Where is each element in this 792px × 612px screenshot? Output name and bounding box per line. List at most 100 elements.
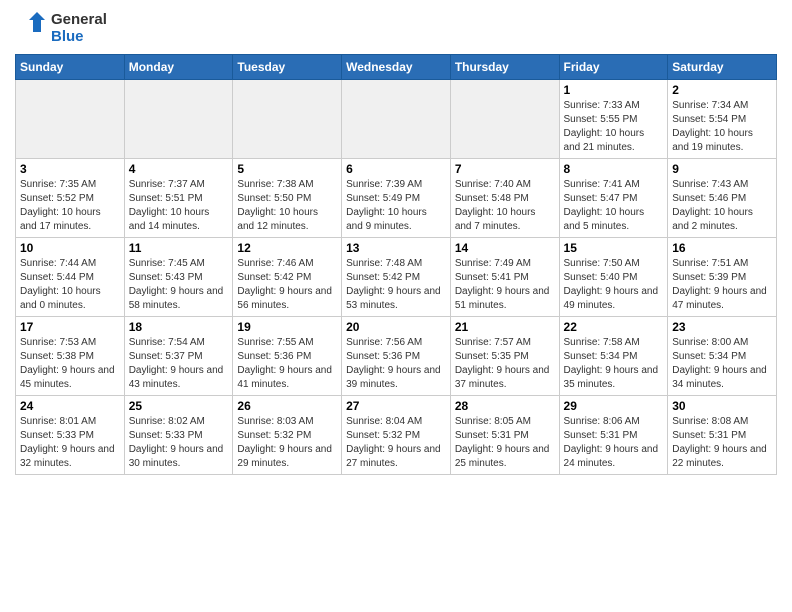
day-cell: 24 Sunrise: 8:01 AM Sunset: 5:33 PM Dayli… xyxy=(16,396,125,475)
day-number: 5 xyxy=(237,162,337,176)
day-number: 13 xyxy=(346,241,446,255)
day-cell: 13 Sunrise: 7:48 AM Sunset: 5:42 PM Dayli… xyxy=(342,238,451,317)
day-number: 25 xyxy=(129,399,229,413)
day-number: 7 xyxy=(455,162,555,176)
day-info: Sunrise: 8:08 AM Sunset: 5:31 PM Dayligh… xyxy=(672,415,772,471)
day-cell: 30 Sunrise: 8:08 AM Sunset: 5:31 PM Dayli… xyxy=(668,396,777,475)
day-info: Sunrise: 7:48 AM Sunset: 5:42 PM Dayligh… xyxy=(346,257,446,313)
day-number: 29 xyxy=(564,399,664,413)
day-number: 16 xyxy=(672,241,772,255)
logo-blue: Blue xyxy=(51,28,107,45)
day-info: Sunrise: 8:01 AM Sunset: 5:33 PM Dayligh… xyxy=(20,415,120,471)
header: General Blue xyxy=(15,10,777,46)
day-number: 3 xyxy=(20,162,120,176)
day-info: Sunrise: 7:57 AM Sunset: 5:35 PM Dayligh… xyxy=(455,336,555,392)
weekday-header: Thursday xyxy=(450,55,559,80)
day-info: Sunrise: 7:55 AM Sunset: 5:36 PM Dayligh… xyxy=(237,336,337,392)
day-number: 6 xyxy=(346,162,446,176)
logo-svg xyxy=(15,10,47,46)
day-info: Sunrise: 7:54 AM Sunset: 5:37 PM Dayligh… xyxy=(129,336,229,392)
day-info: Sunrise: 7:58 AM Sunset: 5:34 PM Dayligh… xyxy=(564,336,664,392)
day-cell: 23 Sunrise: 8:00 AM Sunset: 5:34 PM Dayli… xyxy=(668,317,777,396)
day-cell: 7Sunrise: 7:40 AM Sunset: 5:48 PM Daylig… xyxy=(450,159,559,238)
day-number: 8 xyxy=(564,162,664,176)
empty-cell xyxy=(342,80,451,159)
day-info: Sunrise: 8:04 AM Sunset: 5:32 PM Dayligh… xyxy=(346,415,446,471)
day-cell: 21 Sunrise: 7:57 AM Sunset: 5:35 PM Dayli… xyxy=(450,317,559,396)
day-info: Sunrise: 7:43 AM Sunset: 5:46 PM Dayligh… xyxy=(672,178,772,234)
empty-cell xyxy=(16,80,125,159)
calendar-week-row: 17 Sunrise: 7:53 AM Sunset: 5:38 PM Dayli… xyxy=(16,317,777,396)
day-number: 10 xyxy=(20,241,120,255)
empty-cell xyxy=(124,80,233,159)
weekday-header: Friday xyxy=(559,55,668,80)
day-number: 14 xyxy=(455,241,555,255)
weekday-header: Wednesday xyxy=(342,55,451,80)
day-cell: 29Sunrise: 8:06 AM Sunset: 5:31 PM Dayli… xyxy=(559,396,668,475)
weekday-header: Monday xyxy=(124,55,233,80)
day-info: Sunrise: 7:53 AM Sunset: 5:38 PM Dayligh… xyxy=(20,336,120,392)
day-cell: 2 Sunrise: 7:34 AM Sunset: 5:54 PM Daylig… xyxy=(668,80,777,159)
day-info: Sunrise: 7:39 AM Sunset: 5:49 PM Dayligh… xyxy=(346,178,446,234)
day-cell: 28 Sunrise: 8:05 AM Sunset: 5:31 PM Dayli… xyxy=(450,396,559,475)
day-cell: 25 Sunrise: 8:02 AM Sunset: 5:33 PM Dayli… xyxy=(124,396,233,475)
day-number: 22 xyxy=(564,320,664,334)
day-cell: 9 Sunrise: 7:43 AM Sunset: 5:46 PM Daylig… xyxy=(668,159,777,238)
day-info: Sunrise: 8:02 AM Sunset: 5:33 PM Dayligh… xyxy=(129,415,229,471)
day-info: Sunrise: 7:34 AM Sunset: 5:54 PM Dayligh… xyxy=(672,99,772,155)
day-info: Sunrise: 7:50 AM Sunset: 5:40 PM Dayligh… xyxy=(564,257,664,313)
logo: General Blue xyxy=(15,10,107,46)
day-info: Sunrise: 7:44 AM Sunset: 5:44 PM Dayligh… xyxy=(20,257,120,313)
day-number: 4 xyxy=(129,162,229,176)
day-info: Sunrise: 8:00 AM Sunset: 5:34 PM Dayligh… xyxy=(672,336,772,392)
day-cell: 6 Sunrise: 7:39 AM Sunset: 5:49 PM Daylig… xyxy=(342,159,451,238)
day-number: 11 xyxy=(129,241,229,255)
weekday-header: Saturday xyxy=(668,55,777,80)
day-number: 23 xyxy=(672,320,772,334)
day-cell: 20 Sunrise: 7:56 AM Sunset: 5:36 PM Dayli… xyxy=(342,317,451,396)
day-number: 15 xyxy=(564,241,664,255)
calendar-week-row: 1Sunrise: 7:33 AM Sunset: 5:55 PM Daylig… xyxy=(16,80,777,159)
day-cell: 16 Sunrise: 7:51 AM Sunset: 5:39 PM Dayli… xyxy=(668,238,777,317)
empty-cell xyxy=(450,80,559,159)
logo-general: General xyxy=(51,11,107,28)
day-number: 21 xyxy=(455,320,555,334)
weekday-header: Tuesday xyxy=(233,55,342,80)
day-cell: 4 Sunrise: 7:37 AM Sunset: 5:51 PM Daylig… xyxy=(124,159,233,238)
calendar-week-row: 10 Sunrise: 7:44 AM Sunset: 5:44 PM Dayli… xyxy=(16,238,777,317)
empty-cell xyxy=(233,80,342,159)
day-cell: 3Sunrise: 7:35 AM Sunset: 5:52 PM Daylig… xyxy=(16,159,125,238)
day-info: Sunrise: 7:56 AM Sunset: 5:36 PM Dayligh… xyxy=(346,336,446,392)
day-number: 26 xyxy=(237,399,337,413)
day-cell: 22 Sunrise: 7:58 AM Sunset: 5:34 PM Dayli… xyxy=(559,317,668,396)
day-number: 12 xyxy=(237,241,337,255)
day-number: 30 xyxy=(672,399,772,413)
day-info: Sunrise: 7:37 AM Sunset: 5:51 PM Dayligh… xyxy=(129,178,229,234)
day-number: 9 xyxy=(672,162,772,176)
weekday-header: Sunday xyxy=(16,55,125,80)
day-info: Sunrise: 7:45 AM Sunset: 5:43 PM Dayligh… xyxy=(129,257,229,313)
day-info: Sunrise: 7:49 AM Sunset: 5:41 PM Dayligh… xyxy=(455,257,555,313)
day-number: 24 xyxy=(20,399,120,413)
day-info: Sunrise: 8:05 AM Sunset: 5:31 PM Dayligh… xyxy=(455,415,555,471)
day-number: 20 xyxy=(346,320,446,334)
day-info: Sunrise: 7:46 AM Sunset: 5:42 PM Dayligh… xyxy=(237,257,337,313)
day-cell: 12 Sunrise: 7:46 AM Sunset: 5:42 PM Dayli… xyxy=(233,238,342,317)
day-cell: 26Sunrise: 8:03 AM Sunset: 5:32 PM Dayli… xyxy=(233,396,342,475)
day-number: 18 xyxy=(129,320,229,334)
day-cell: 8Sunrise: 7:41 AM Sunset: 5:47 PM Daylig… xyxy=(559,159,668,238)
day-info: Sunrise: 7:38 AM Sunset: 5:50 PM Dayligh… xyxy=(237,178,337,234)
day-number: 28 xyxy=(455,399,555,413)
day-number: 17 xyxy=(20,320,120,334)
day-cell: 5 Sunrise: 7:38 AM Sunset: 5:50 PM Daylig… xyxy=(233,159,342,238)
day-cell: 11 Sunrise: 7:45 AM Sunset: 5:43 PM Dayli… xyxy=(124,238,233,317)
day-cell: 1Sunrise: 7:33 AM Sunset: 5:55 PM Daylig… xyxy=(559,80,668,159)
calendar-week-row: 3Sunrise: 7:35 AM Sunset: 5:52 PM Daylig… xyxy=(16,159,777,238)
day-info: Sunrise: 7:51 AM Sunset: 5:39 PM Dayligh… xyxy=(672,257,772,313)
day-cell: 19Sunrise: 7:55 AM Sunset: 5:36 PM Dayli… xyxy=(233,317,342,396)
day-cell: 10 Sunrise: 7:44 AM Sunset: 5:44 PM Dayli… xyxy=(16,238,125,317)
calendar-header-row: SundayMondayTuesdayWednesdayThursdayFrid… xyxy=(16,55,777,80)
day-number: 1 xyxy=(564,83,664,97)
day-cell: 14 Sunrise: 7:49 AM Sunset: 5:41 PM Dayli… xyxy=(450,238,559,317)
day-number: 2 xyxy=(672,83,772,97)
